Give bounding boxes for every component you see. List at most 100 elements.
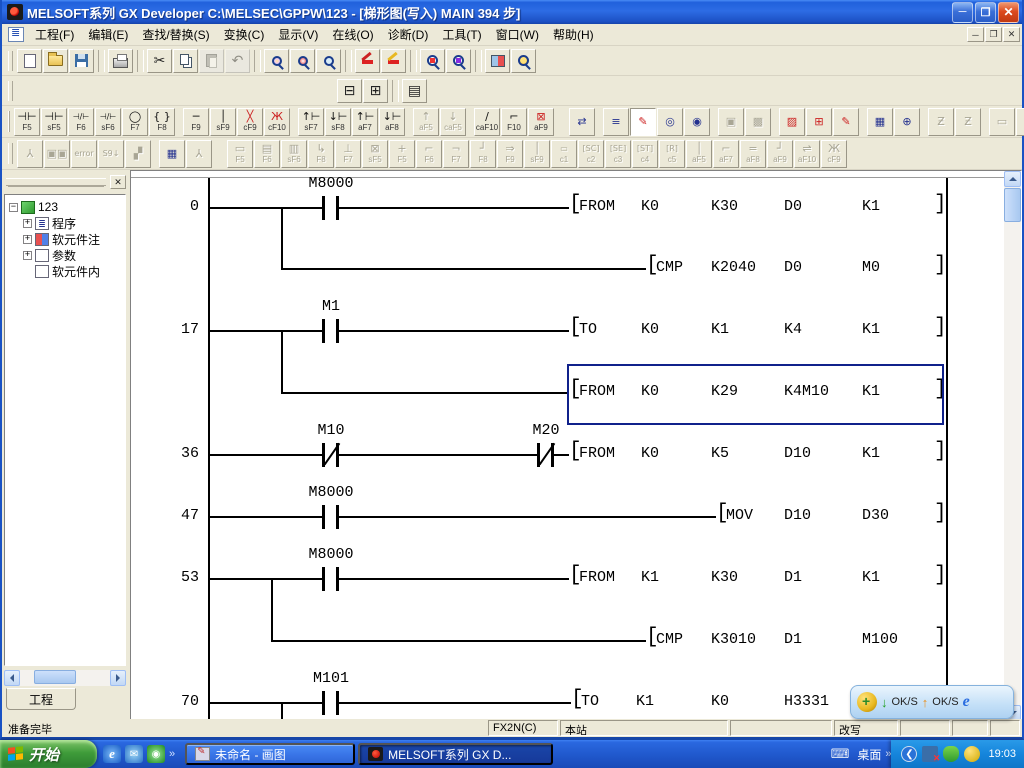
- tree-expand-box[interactable]: +: [23, 235, 32, 244]
- task-button-2[interactable]: MELSOFT系列 GX D...: [358, 743, 553, 765]
- horizontal-line-button[interactable]: ─F9: [183, 108, 209, 136]
- rung-3-operand-1[interactable]: K0: [641, 321, 659, 338]
- print-button[interactable]: [108, 49, 133, 73]
- parallel-closed-contact-button[interactable]: ⊣∕⊢sF6: [95, 108, 121, 136]
- scroll-up-button[interactable]: [1004, 171, 1021, 187]
- rung-1-operand-1[interactable]: K0: [641, 198, 659, 215]
- tree-expand-box[interactable]: +: [23, 219, 32, 228]
- menu-item-8[interactable]: 工具(T): [435, 24, 488, 45]
- rung-3-operand-2[interactable]: K1: [711, 321, 729, 338]
- monitor-write-mode-button[interactable]: ◉: [684, 108, 710, 136]
- open-contact-button[interactable]: ⊣⊢F5: [14, 108, 40, 136]
- save-project-button[interactable]: [69, 49, 94, 73]
- delete-rung-button[interactable]: ⊠aF9: [528, 108, 554, 136]
- write-mode-button[interactable]: ✎: [630, 108, 656, 136]
- menu-item-3[interactable]: 查找/替换(S): [135, 24, 216, 45]
- menu-item-1[interactable]: 工程(F): [28, 24, 81, 45]
- statement-edit-button[interactable]: [381, 49, 406, 73]
- rung-9-operand-1[interactable]: K1: [636, 693, 654, 710]
- rung-6-operand-2[interactable]: D30: [862, 507, 889, 524]
- quick-launch-chevron[interactable]: »: [169, 748, 175, 760]
- device-comment-edit-button[interactable]: [355, 49, 380, 73]
- rung-2-operand-3[interactable]: M0: [862, 259, 880, 276]
- tree-item-2[interactable]: +软元件注: [9, 231, 125, 247]
- parallel-open-contact-button[interactable]: ⊣⊢sF5: [41, 108, 67, 136]
- entry-data-monitor-button[interactable]: ⊕: [894, 108, 920, 136]
- monitor-special-button[interactable]: [511, 49, 536, 73]
- network-disconnected-icon[interactable]: [922, 746, 938, 762]
- rung-2-instruction[interactable]: CMP: [656, 259, 683, 276]
- tree-expand-box[interactable]: +: [23, 251, 32, 260]
- note-display-button[interactable]: ✎: [833, 108, 859, 136]
- desktop-toolbar-label[interactable]: 桌面: [857, 746, 881, 763]
- rung-9-instruction[interactable]: TO: [581, 693, 599, 710]
- rung-8-operand-1[interactable]: K3010: [711, 631, 756, 648]
- tree-item-1[interactable]: +≣程序: [9, 215, 125, 231]
- vertical-line-button[interactable]: │sF9: [210, 108, 236, 136]
- menu-item-5[interactable]: 显示(V): [271, 24, 325, 45]
- mdi-restore-button[interactable]: ❐: [985, 27, 1002, 42]
- rung-5-contact-M20[interactable]: [537, 443, 554, 467]
- menu-item-6[interactable]: 在线(O): [325, 24, 380, 45]
- keyboard-icon[interactable]: ⌨: [831, 746, 850, 762]
- rung-7-instruction[interactable]: FROM: [579, 569, 615, 586]
- rung-1-instruction[interactable]: FROM: [579, 198, 615, 215]
- rung-3-operand-4[interactable]: K1: [862, 321, 880, 338]
- rung-7-contact-M8000[interactable]: [322, 567, 339, 591]
- rung-8-operand-3[interactable]: M100: [862, 631, 898, 648]
- comment-display-button[interactable]: ▨: [779, 108, 805, 136]
- project-data-edit-button[interactable]: ⊞: [363, 79, 388, 103]
- rung-5-instruction[interactable]: FROM: [579, 445, 615, 462]
- rung-5-operand-1[interactable]: K0: [641, 445, 659, 462]
- menu-item-9[interactable]: 窗口(W): [489, 24, 546, 45]
- rung-1-operand-3[interactable]: D0: [784, 198, 802, 215]
- rung-7-operand-3[interactable]: D1: [784, 569, 802, 586]
- read-mode-button[interactable]: ◎: [657, 108, 683, 136]
- rung-6-instruction[interactable]: MOV: [726, 507, 753, 524]
- open-project-button[interactable]: [43, 49, 68, 73]
- menu-item-2[interactable]: 编辑(E): [81, 24, 135, 45]
- ladder-symbol-display-button[interactable]: ≡: [603, 108, 629, 136]
- rung-8-operand-2[interactable]: D1: [784, 631, 802, 648]
- scroll-thumb[interactable]: [1004, 188, 1021, 222]
- write-line-button[interactable]: ⌐F10: [501, 108, 527, 136]
- tree-item-3[interactable]: +参数: [9, 247, 125, 263]
- tree-item-4[interactable]: 软元件内: [9, 263, 125, 279]
- macro-list-button[interactable]: ▤: [402, 79, 427, 103]
- mdi-document-icon[interactable]: [8, 27, 24, 42]
- application-instruction-button[interactable]: { }F8: [149, 108, 175, 136]
- rung-6-contact-M8000[interactable]: [322, 505, 339, 529]
- coil-button[interactable]: ◯F7: [122, 108, 148, 136]
- rung-1-contact-M8000[interactable]: [322, 196, 339, 220]
- copy-button[interactable]: [173, 49, 198, 73]
- rung-2-operand-1[interactable]: K2040: [711, 259, 756, 276]
- new-project-button[interactable]: [17, 49, 42, 73]
- find-string-button[interactable]: [316, 49, 341, 73]
- delete-horizontal-line-button[interactable]: ╳cF9: [237, 108, 263, 136]
- find-replace-button[interactable]: [290, 49, 315, 73]
- rung-9-operand-2[interactable]: K0: [711, 693, 729, 710]
- scroll-thumb[interactable]: [34, 670, 76, 684]
- tab-project[interactable]: 工程: [6, 688, 76, 710]
- cut-button[interactable]: ✂: [147, 49, 172, 73]
- parallel-rising-pulse-button[interactable]: ↑⊢aF7: [352, 108, 378, 136]
- dock-grip[interactable]: [6, 178, 106, 186]
- mdi-close-button[interactable]: ✕: [1003, 27, 1020, 42]
- restore-button[interactable]: ❐: [975, 2, 996, 23]
- rung-7-operand-4[interactable]: K1: [862, 569, 880, 586]
- security-shield-icon[interactable]: [943, 746, 959, 762]
- closed-contact-button[interactable]: ⊣∕⊢F6: [68, 108, 94, 136]
- ladder-canvas[interactable]: 0M8000[FROMK0K30D0K1][CMPK2040D0M0]17M1[…: [131, 171, 1004, 721]
- rung-1-operand-2[interactable]: K30: [711, 198, 738, 215]
- scroll-right-button[interactable]: [110, 670, 126, 686]
- rung-3-instruction[interactable]: TO: [579, 321, 597, 338]
- rung-3-operand-3[interactable]: K4: [784, 321, 802, 338]
- start-button[interactable]: 开始: [0, 740, 97, 768]
- scroll-left-button[interactable]: [4, 670, 20, 686]
- minimize-button[interactable]: ─: [952, 2, 973, 23]
- tile-windows-button[interactable]: [485, 49, 510, 73]
- ladder-vertical-scrollbar[interactable]: [1004, 171, 1021, 721]
- delete-line-button[interactable]: ∕caF10: [474, 108, 500, 136]
- internet-explorer-icon[interactable]: e: [103, 745, 121, 763]
- rung-9-operand-3[interactable]: H3331: [784, 693, 829, 710]
